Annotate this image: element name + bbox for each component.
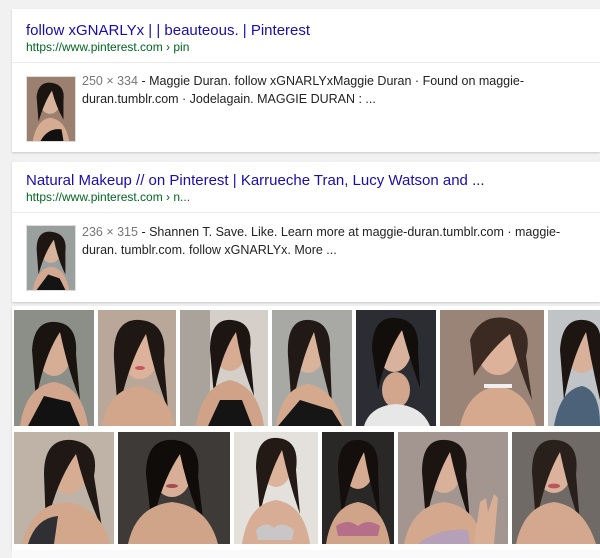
result-title-link[interactable]: Natural Makeup // on Pinterest | Karruec… bbox=[26, 172, 485, 189]
result-thumbnail[interactable] bbox=[26, 225, 76, 291]
divider bbox=[12, 212, 600, 213]
next-card-edge bbox=[12, 550, 600, 558]
image-result[interactable] bbox=[548, 310, 600, 426]
result-url[interactable]: https://www.pinterest.com › pin bbox=[26, 40, 189, 54]
result-thumbnail[interactable] bbox=[26, 76, 76, 142]
search-result-1: follow xGNARLYx | | beauteous. | Pintere… bbox=[12, 9, 600, 152]
image-result[interactable] bbox=[98, 310, 176, 426]
snippet-text: - Maggie Duran. follow xGNARLYxMaggie Du… bbox=[82, 74, 525, 106]
image-result[interactable] bbox=[398, 432, 508, 544]
result-snippet: 250 × 334 - Maggie Duran. follow xGNARLY… bbox=[82, 72, 587, 108]
image-result[interactable] bbox=[512, 432, 600, 544]
image-result[interactable] bbox=[272, 310, 352, 426]
image-result[interactable] bbox=[356, 310, 436, 426]
image-result[interactable] bbox=[440, 310, 544, 426]
result-url[interactable]: https://www.pinterest.com › n... bbox=[26, 190, 190, 204]
image-dimensions: 250 × 334 bbox=[82, 74, 138, 88]
image-result[interactable] bbox=[322, 432, 394, 544]
search-result-2: Natural Makeup // on Pinterest | Karruec… bbox=[12, 162, 600, 302]
image-result[interactable] bbox=[14, 432, 114, 544]
image-dimensions: 236 × 315 bbox=[82, 225, 138, 239]
result-title-link[interactable]: follow xGNARLYx | | beauteous. | Pintere… bbox=[26, 22, 310, 39]
image-result[interactable] bbox=[14, 310, 94, 426]
result-snippet: 236 × 315 - Shannen T. Save. Like. Learn… bbox=[82, 223, 587, 259]
image-results-grid bbox=[12, 306, 600, 550]
image-result[interactable] bbox=[180, 310, 268, 426]
divider bbox=[12, 62, 600, 63]
image-result[interactable] bbox=[118, 432, 230, 544]
snippet-text: - Shannen T. Save. Like. Learn more at m… bbox=[82, 225, 561, 257]
image-result[interactable] bbox=[234, 432, 318, 544]
